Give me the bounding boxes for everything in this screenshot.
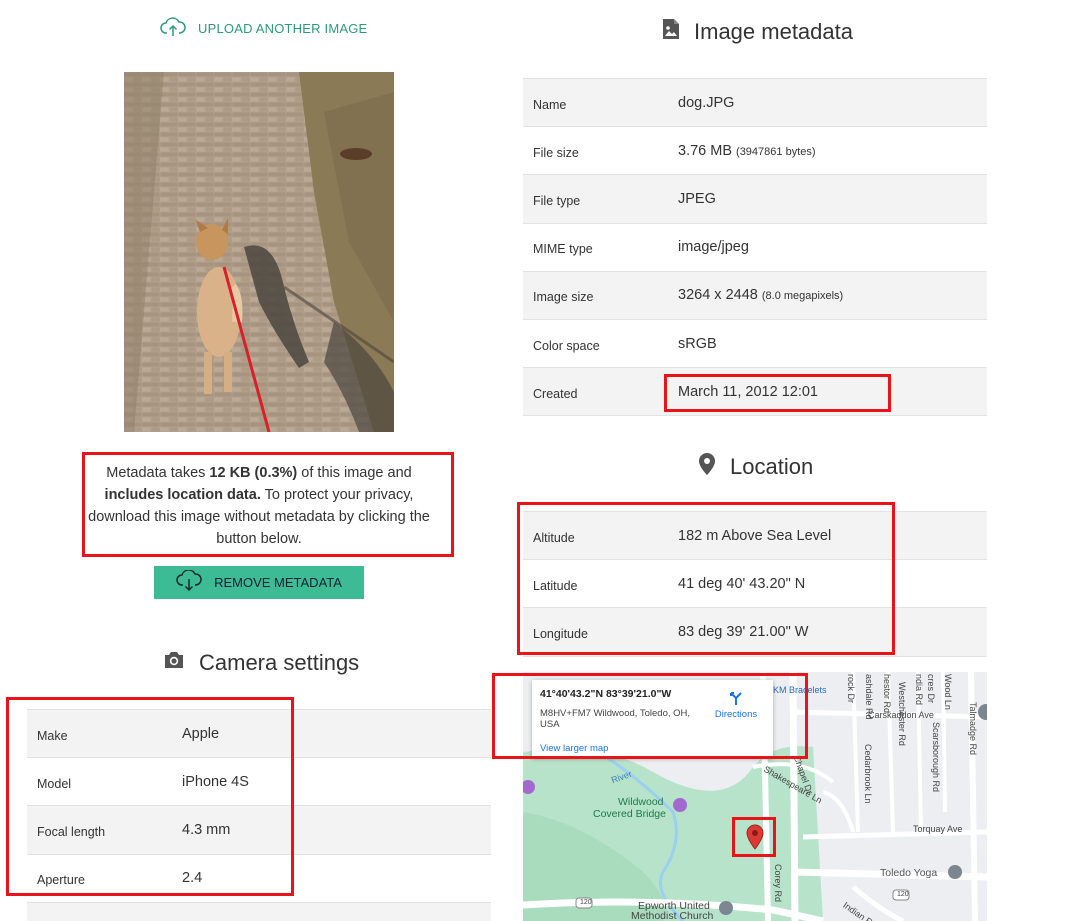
row-value: image/jpeg — [678, 239, 749, 256]
row-value: iPhone 4S — [182, 773, 249, 790]
directions-icon — [711, 690, 761, 709]
map-address: M8HV+FM7 Wildwood, Toledo, OH, USA — [540, 708, 691, 730]
table-row: File size 3.76 MB (3947861 bytes) — [523, 127, 987, 176]
map-label: Wood Ln — [943, 674, 953, 710]
map-label: hestor Rd — [882, 674, 892, 714]
row-key: Color space — [533, 338, 600, 353]
table-row: MIME type image/jpeg — [523, 223, 987, 272]
row-value: 182 m Above Sea Level — [678, 527, 832, 544]
map-label: Toledo Yoga — [880, 867, 938, 879]
map-label: ashdale Rd — [864, 674, 874, 720]
map-label: Westchester Rd — [897, 682, 907, 746]
table-row: Model iPhone 4S — [27, 758, 491, 807]
remove-metadata-label: REMOVE METADATA — [214, 575, 342, 590]
location-heading: Location — [730, 454, 814, 479]
upload-link-label: UPLOAD ANOTHER IMAGE — [198, 21, 368, 36]
metadata-size: 12 KB (0.3%) — [209, 465, 298, 481]
notice-text: Metadata takes — [106, 465, 210, 481]
row-value: 3.76 MB (3947861 bytes) — [678, 142, 816, 159]
map-label: ndia Rd — [914, 674, 924, 706]
cloud-download-icon — [176, 569, 202, 595]
route-shield: 120 — [580, 899, 592, 906]
metadata-notice: Metadata takes 12 KB (0.3%) of this imag… — [88, 462, 430, 550]
map-label: Wildwood — [618, 796, 664, 808]
map-label: Covered Bridge — [593, 808, 666, 820]
table-row: Focal length 4.3 mm — [27, 806, 491, 855]
camera-settings-title: Camera settings — [163, 650, 359, 676]
table-row: Name dog.JPG — [523, 79, 987, 128]
row-value: 4.3 mm — [182, 821, 231, 838]
row-key: Aperture — [37, 873, 85, 888]
location-flag: includes location data. — [104, 487, 261, 503]
row-value: 83 deg 39' 21.00" W — [678, 623, 809, 640]
map-info-card: 41°40'43.2"N 83°39'21.0"W M8HV+FM7 Wildw… — [532, 680, 773, 758]
route-shield: 120 — [897, 891, 909, 898]
map-label: Talmadge Rd — [968, 702, 978, 756]
table-row: Longitude 83 deg 39' 21.00" W — [523, 608, 987, 657]
location-title: Location — [698, 452, 813, 482]
map-label: Methodist Church — [631, 910, 714, 921]
row-value: 2.4 — [182, 870, 203, 887]
row-value: 3264 x 2448 (8.0 megapixels) — [678, 287, 844, 304]
row-key: File type — [533, 193, 581, 208]
table-row: Image size 3264 x 2448 (8.0 megapixels) — [523, 271, 987, 320]
camera-settings-table: Make Apple Model iPhone 4S Focal length … — [27, 709, 491, 921]
row-key: Model — [37, 776, 72, 791]
map-label: Corey Rd — [773, 864, 783, 903]
row-value: JPEG — [678, 190, 716, 207]
map-label: Scarsborough Rd — [931, 722, 941, 793]
map-label: KM Bracelets — [773, 685, 827, 695]
table-row: File type JPEG — [523, 175, 987, 224]
map-pin-icon — [698, 452, 716, 482]
uploaded-photo — [124, 72, 394, 432]
upload-another-image-link[interactable]: UPLOAD ANOTHER IMAGE — [160, 16, 367, 41]
location-table: Altitude 182 m Above Sea Level Latitude … — [523, 511, 987, 657]
row-key: Image size — [533, 290, 594, 305]
directions-label: Directions — [714, 709, 758, 720]
row-key: Latitude — [533, 578, 578, 593]
table-row: Created March 11, 2012 12:01 — [523, 368, 987, 417]
row-key: Created — [533, 386, 578, 401]
camera-icon — [163, 650, 185, 676]
row-key: File size — [533, 145, 579, 160]
table-row — [27, 902, 491, 921]
row-value: sRGB — [678, 335, 717, 352]
map-marker-icon[interactable] — [746, 824, 764, 855]
row-key: Name — [533, 97, 567, 112]
cloud-upload-icon — [160, 16, 186, 41]
row-key: Longitude — [533, 626, 588, 641]
row-key: Altitude — [533, 530, 575, 545]
image-metadata-table: Name dog.JPG File size 3.76 MB (3947861 … — [523, 78, 987, 417]
image-file-icon — [662, 18, 680, 46]
image-metadata-title: Image metadata — [662, 18, 853, 46]
table-row: Color space sRGB — [523, 319, 987, 369]
table-row: Aperture 2.4 — [27, 854, 491, 903]
table-row: Latitude 41 deg 40' 43.20" N — [523, 560, 987, 609]
row-key: Focal length — [37, 824, 106, 839]
remove-metadata-button[interactable]: REMOVE METADATA — [154, 566, 364, 599]
directions-link[interactable]: Directions — [711, 690, 761, 720]
row-value: Apple — [182, 725, 220, 742]
camera-settings-heading: Camera settings — [199, 650, 360, 675]
row-value: dog.JPG — [678, 94, 735, 111]
table-row: Make Apple — [27, 710, 491, 759]
row-key: Make — [37, 728, 68, 743]
map-label: Cedarbrook Ln — [863, 744, 873, 804]
map-label: rock Dr — [846, 674, 856, 703]
table-row: Altitude 182 m Above Sea Level — [523, 512, 987, 561]
row-key: MIME type — [533, 242, 593, 257]
view-larger-map-link[interactable]: View larger map — [540, 743, 608, 754]
image-metadata-heading: Image metadata — [694, 19, 853, 44]
map-label: Torquay Ave — [913, 824, 963, 834]
row-value: 41 deg 40' 43.20" N — [678, 575, 806, 592]
notice-text: of this image and — [297, 465, 412, 481]
row-value: March 11, 2012 12:01 — [678, 383, 818, 400]
map-label: cres Dr — [926, 674, 936, 703]
